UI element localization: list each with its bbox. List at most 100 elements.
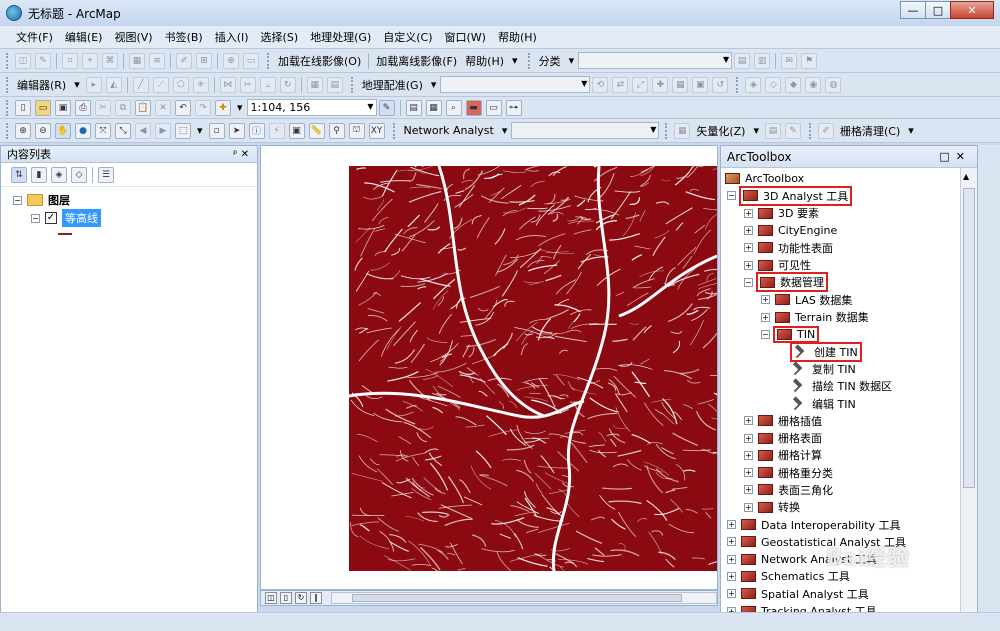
menu-geoprocessing[interactable]: 地理处理(G): [304, 29, 377, 45]
toolbox-node-row[interactable]: − 3D Analyst 工具: [725, 185, 977, 206]
menu-file[interactable]: 文件(F): [0, 29, 59, 45]
catalog-icon[interactable]: ▦: [425, 99, 442, 116]
expand-icon[interactable]: +: [744, 450, 753, 460]
toolbar-grip[interactable]: [6, 52, 9, 69]
find-binoculars-icon[interactable]: ⚲: [328, 122, 345, 139]
scrollbar-thumb[interactable]: [963, 188, 975, 488]
menu-selection[interactable]: 选择(S): [255, 29, 305, 45]
expand-icon[interactable]: +: [744, 502, 753, 512]
arctoolbox-vertical-scrollbar[interactable]: ▲ ▼: [960, 168, 977, 630]
toolbox-node-row[interactable]: + LAS 数据集: [725, 291, 977, 308]
toolbox-node-row[interactable]: + 表面三角化: [725, 481, 977, 498]
chevron-down-icon[interactable]: ▾: [904, 124, 918, 137]
identify-icon[interactable]: ⓘ: [248, 122, 265, 139]
full-extent-icon[interactable]: ●: [75, 122, 91, 139]
edit-tool-icon[interactable]: ✎: [35, 52, 51, 69]
help-menu[interactable]: 帮助(H): [461, 53, 508, 69]
snap-tool-icon[interactable]: ⊕: [223, 52, 239, 69]
shift-icon[interactable]: ⇄: [612, 76, 629, 93]
redo-icon[interactable]: ↷: [195, 99, 211, 116]
scrollbar-thumb[interactable]: [352, 594, 682, 602]
clear-selection-icon[interactable]: ▫: [208, 122, 225, 139]
toolbox-node-row[interactable]: + Schematics 工具: [725, 568, 977, 585]
vectorization-menu[interactable]: 矢量化(Z): [692, 123, 749, 139]
menu-insert[interactable]: 插入(I): [209, 29, 255, 45]
brush-icon[interactable]: ✐: [818, 122, 834, 139]
chevron-down-icon[interactable]: ▾: [498, 124, 512, 137]
histogram-icon[interactable]: ▥: [754, 52, 771, 69]
toolbar-grip[interactable]: [350, 76, 354, 93]
select-elements-icon[interactable]: ➤: [228, 122, 245, 139]
toolbar-grip[interactable]: [527, 52, 531, 69]
collapse-icon[interactable]: −: [13, 195, 22, 205]
add-data-icon[interactable]: ✚: [215, 99, 231, 116]
split-icon[interactable]: ⫠: [259, 76, 276, 93]
find-route-icon[interactable]: ⛫: [348, 122, 365, 139]
load-online-imagery-menu[interactable]: 加载在线影像(O): [274, 53, 365, 69]
classify-menu[interactable]: 分类: [535, 53, 565, 69]
expand-icon[interactable]: +: [761, 295, 770, 305]
menu-windows[interactable]: 窗口(W): [439, 29, 492, 45]
refresh-map-icon[interactable]: ↻: [295, 592, 307, 604]
toolbar-grip[interactable]: [6, 76, 9, 93]
add-control-points-icon[interactable]: ✚: [652, 76, 669, 93]
pin-close-icon[interactable]: ᵖ ✕: [233, 149, 249, 160]
toolbox-tool-row[interactable]: 编辑 TIN: [725, 395, 977, 412]
toolbar-grip[interactable]: [736, 76, 739, 93]
table-of-contents-icon[interactable]: ▤: [405, 99, 422, 116]
data-view-icon[interactable]: ◫: [265, 592, 277, 604]
menu-edit[interactable]: 编辑(E): [59, 29, 109, 45]
layer-row-contours[interactable]: − ✓ 等高线: [13, 209, 257, 227]
toolbox-node-row[interactable]: + 栅格重分类: [725, 464, 977, 481]
save-icon[interactable]: ▣: [55, 99, 71, 116]
vertex-tool-icon[interactable]: ⌗: [62, 52, 78, 69]
network-analyst-menu[interactable]: Network Analyst: [400, 124, 498, 137]
hyperlink-icon[interactable]: ⚡: [268, 122, 285, 139]
zoom-in-icon[interactable]: ⊕: [15, 122, 31, 139]
options-icon[interactable]: ☰: [98, 166, 114, 183]
new-document-icon[interactable]: ▯: [15, 99, 31, 116]
chevron-down-icon[interactable]: ▾: [427, 78, 441, 91]
split-tool-icon[interactable]: ⌖: [82, 52, 98, 69]
toolbox-node-row[interactable]: + 可见性: [725, 256, 977, 273]
construct-icon[interactable]: ⬠: [172, 76, 189, 93]
georeferencing-menu[interactable]: 地理配准(G): [358, 77, 427, 93]
expand-icon[interactable]: +: [727, 537, 736, 547]
vectorize-settings-icon[interactable]: ▤: [765, 122, 781, 139]
pan-hand-icon[interactable]: ✋: [55, 122, 71, 139]
network-dataset-dropdown[interactable]: ▼: [511, 122, 660, 139]
toolbox-node-row[interactable]: + Terrain 数据集: [725, 308, 977, 325]
sparkle-icon[interactable]: ✳: [192, 76, 209, 93]
toolbox-node-row[interactable]: + 功能性表面: [725, 239, 977, 256]
toolbar-grip[interactable]: [665, 122, 668, 139]
link-table-icon[interactable]: ▦: [672, 76, 689, 93]
toolbox-node-row[interactable]: + 栅格插值: [725, 412, 977, 429]
toolbar-grip[interactable]: [6, 99, 9, 116]
chevron-down-icon[interactable]: ▾: [508, 54, 522, 67]
expand-icon[interactable]: +: [744, 226, 753, 236]
table-tool-icon[interactable]: ▦: [129, 52, 145, 69]
arctoolbox-root-row[interactable]: ArcToolbox: [725, 170, 977, 187]
toolbox-node-row[interactable]: + Data Interoperability 工具: [725, 516, 977, 533]
toolbox-tool-row[interactable]: 复制 TIN: [725, 360, 977, 377]
tool-a-icon[interactable]: ◈: [745, 76, 762, 93]
load-offline-imagery-menu[interactable]: 加载离线影像(F): [372, 53, 461, 69]
classify-dropdown[interactable]: ▼: [578, 52, 733, 69]
editor-toolbar-icon[interactable]: ✎: [378, 99, 395, 116]
layout-tool-icon[interactable]: ▭: [243, 52, 259, 69]
forward-icon[interactable]: ▶: [155, 122, 171, 139]
raster-layer-icon[interactable]: ▦: [674, 122, 691, 139]
select-features-icon[interactable]: ⬚: [175, 122, 191, 139]
arctoolbox-icon[interactable]: ▬: [465, 99, 482, 116]
contour-map-raster[interactable]: [348, 154, 739, 586]
list-by-source-icon[interactable]: ▮: [31, 166, 47, 183]
reshape-icon[interactable]: ⋈: [219, 76, 236, 93]
measure-icon[interactable]: 📏: [308, 122, 325, 139]
cut-polygon-icon[interactable]: ✂: [239, 76, 256, 93]
collapse-icon[interactable]: −: [31, 213, 40, 223]
sketch-properties-icon[interactable]: ▤: [326, 76, 343, 93]
pencil-icon[interactable]: ✎: [785, 122, 801, 139]
tool-b-icon[interactable]: ◇: [765, 76, 782, 93]
collapse-icon[interactable]: −: [727, 191, 736, 201]
toolbox-node-row[interactable]: +3D 要素: [725, 205, 977, 222]
